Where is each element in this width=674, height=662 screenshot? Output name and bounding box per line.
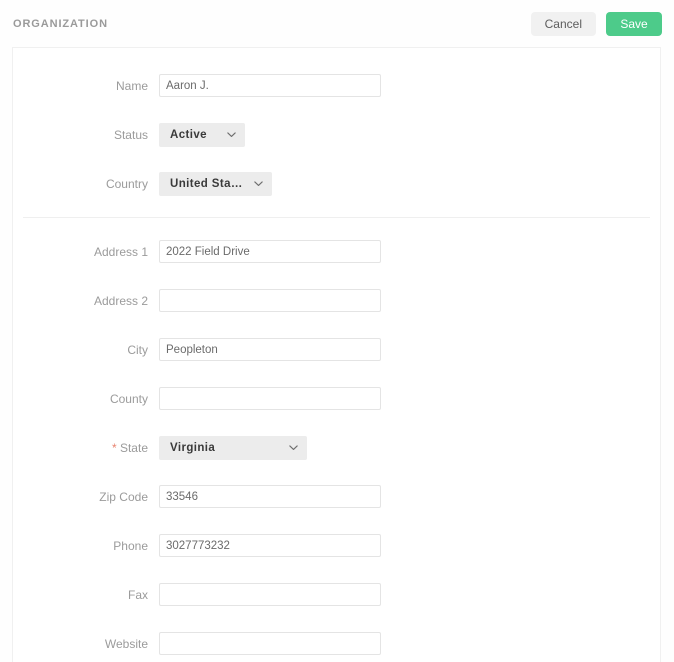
form-row-website: Website (13, 619, 660, 662)
form-row-fax: Fax (13, 570, 660, 619)
label-city: City (127, 342, 148, 357)
field-wrap-status: Active (159, 122, 660, 147)
section-divider (23, 217, 650, 218)
header-actions: Cancel Save (530, 11, 662, 36)
field-wrap-county (159, 387, 660, 410)
field-wrap-zip-code (159, 485, 660, 508)
label-address-2: Address 2 (93, 293, 148, 308)
page-title: ORGANIZATION (13, 17, 108, 30)
label-address-1: Address 1 (93, 244, 148, 259)
field-wrap-address-1 (159, 240, 660, 263)
field-wrap-country: United States (159, 171, 660, 196)
form-row-county: County (13, 374, 660, 423)
form-row-zip-code: Zip Code (13, 472, 660, 521)
save-button[interactable]: Save (606, 11, 662, 36)
chevron-down-icon (253, 178, 264, 189)
country-dropdown[interactable]: United States (159, 171, 272, 196)
address-2-input[interactable] (159, 289, 381, 312)
required-marker: * (111, 440, 120, 455)
status-dropdown-value: Active (170, 128, 207, 141)
chevron-down-icon (288, 442, 299, 453)
form-row-name: Name (13, 61, 660, 110)
zip-code-input[interactable] (159, 485, 381, 508)
page-header: ORGANIZATION Cancel Save (0, 0, 674, 47)
field-wrap-fax (159, 583, 660, 606)
fax-input[interactable] (159, 583, 381, 606)
field-wrap-website (159, 632, 660, 655)
organization-form: Name Status Active Country United States Addr… (13, 48, 660, 662)
form-row-country: Country United States (13, 159, 660, 208)
label-zip-code: Zip Code (99, 489, 148, 504)
address-1-input[interactable] (159, 240, 381, 263)
form-row-state: * State Virginia (13, 423, 660, 472)
label-phone: Phone (113, 538, 148, 553)
county-input[interactable] (159, 387, 381, 410)
name-input[interactable] (159, 74, 381, 97)
field-wrap-phone (159, 534, 660, 557)
label-website: Website (104, 636, 148, 651)
form-row-city: City (13, 325, 660, 374)
label-status: Status (113, 127, 148, 142)
label-country: Country (105, 176, 148, 191)
state-dropdown[interactable]: Virginia (159, 435, 307, 460)
form-row-address-2: Address 2 (13, 276, 660, 325)
label-county: County (109, 391, 148, 406)
field-wrap-state: Virginia (159, 435, 660, 460)
country-dropdown-value: United States (170, 177, 245, 190)
form-row-status: Status Active (13, 110, 660, 159)
form-row-address-1: Address 1 (13, 227, 660, 276)
field-wrap-name (159, 74, 660, 97)
status-dropdown[interactable]: Active (159, 122, 245, 147)
state-dropdown-value: Virginia (170, 441, 216, 454)
phone-input[interactable] (159, 534, 381, 557)
organization-form-page: ORGANIZATION Cancel Save Name Status Activ… (0, 0, 674, 662)
cancel-button[interactable]: Cancel (530, 11, 596, 36)
website-input[interactable] (159, 632, 381, 655)
chevron-down-icon (226, 129, 237, 140)
form-row-phone: Phone (13, 521, 660, 570)
city-input[interactable] (159, 338, 381, 361)
field-wrap-address-2 (159, 289, 660, 312)
field-wrap-city (159, 338, 660, 361)
label-name: Name (115, 78, 148, 93)
label-state: * State (111, 440, 148, 455)
label-fax: Fax (127, 587, 148, 602)
organization-card: Name Status Active Country United States Addr… (12, 47, 661, 662)
